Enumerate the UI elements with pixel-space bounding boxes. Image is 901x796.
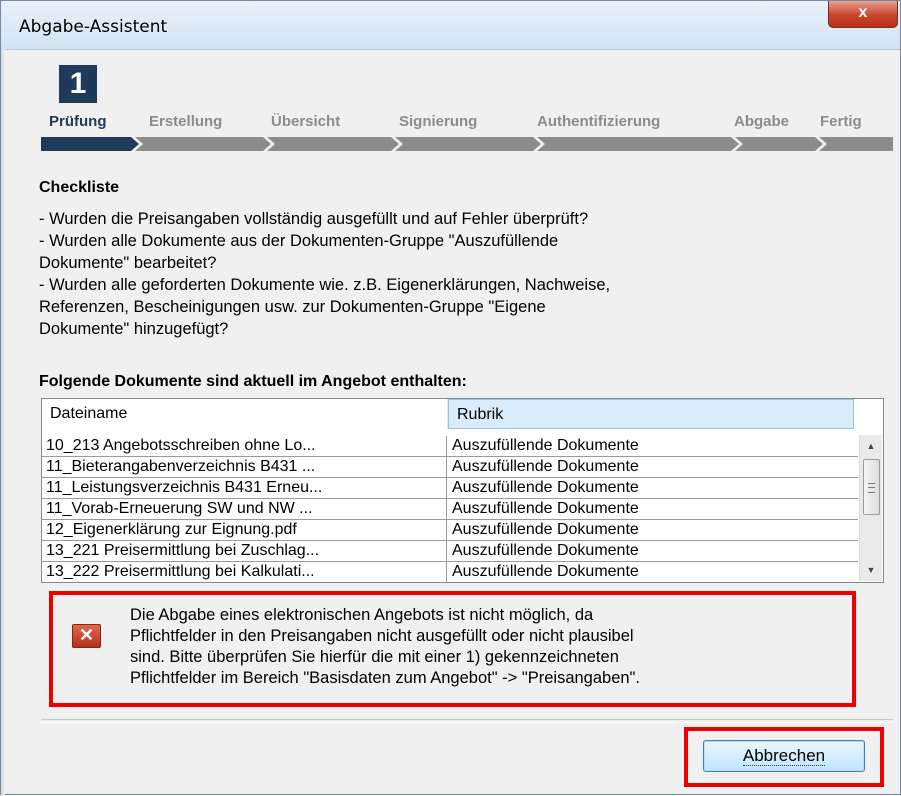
progress-segment-abgabe <box>735 137 823 151</box>
scroll-up-arrow-icon[interactable]: ▲ <box>860 437 882 455</box>
error-line: Die Abgabe eines elektronischen Angebots… <box>130 606 594 624</box>
step-erstellung: Erstellung <box>149 113 223 130</box>
progress-segment-authentifizierung <box>537 137 739 151</box>
scroll-thumb[interactable] <box>863 459 880 515</box>
checklist-line: - Wurden alle geforderten Dokumente wie.… <box>39 276 611 294</box>
progress-segment-erstellung <box>135 137 271 151</box>
checklist-text: - Wurden die Preisangaben vollständig au… <box>39 208 869 340</box>
step-abgabe: Abgabe <box>734 113 790 130</box>
footer-divider <box>41 719 893 723</box>
checklist-line: Referenzen, Bescheinigungen usw. zur Dok… <box>39 298 546 316</box>
step-signierung: Signierung <box>399 113 478 130</box>
cell-rubrik: Auszufüllende Dokumente <box>452 521 639 538</box>
error-line: Pflichtfelder in den Preisangaben nicht … <box>130 627 634 645</box>
checklist-line: - Wurden alle Dokumente aus der Dokument… <box>39 232 559 250</box>
table-row[interactable]: 13_222 Preisermittlung bei Kalkulati... … <box>42 562 858 582</box>
cell-rubrik: Auszufüllende Dokumente <box>452 437 639 454</box>
close-icon: x <box>858 4 868 21</box>
scroll-down-arrow-icon[interactable]: ▼ <box>860 561 882 579</box>
current-step-number: 1 <box>59 65 97 103</box>
step-authentifizierung: Authentifizierung <box>537 113 661 130</box>
table-row[interactable]: 10_213 Angebotsschreiben ohne Lo... Ausz… <box>42 436 858 456</box>
cell-dateiname: 12_Eigenerklärung zur Eignung.pdf <box>44 520 447 540</box>
cell-dateiname: 13_222 Preisermittlung bei Kalkulati... <box>44 562 447 582</box>
error-line: Pflichtfelder im Bereich "Basisdaten zum… <box>130 669 640 687</box>
cell-dateiname: 10_213 Angebotsschreiben ohne Lo... <box>44 436 447 456</box>
window-edge <box>1 49 5 796</box>
cell-dateiname: 11_Leistungsverzeichnis B431 Erneu... <box>44 478 447 498</box>
close-button[interactable]: x <box>828 1 898 28</box>
table-row[interactable]: 11_Vorab-Erneuerung SW und NW ... Auszuf… <box>42 499 858 519</box>
step-uebersicht: Übersicht <box>271 113 341 130</box>
cell-rubrik: Auszufüllende Dokumente <box>452 563 639 580</box>
wizard-progress-bar <box>41 137 893 151</box>
cancel-button-label: Abbrechen <box>742 746 826 766</box>
table-row[interactable]: 11_Bieterangabenverzeichnis B431 ... Aus… <box>42 457 858 477</box>
error-message-box: ✕ Die Abgabe eines elektronischen Angebo… <box>49 591 856 707</box>
cell-rubrik: Auszufüllende Dokumente <box>452 479 639 496</box>
column-header-rubrik[interactable]: Rubrik <box>448 399 854 429</box>
table-row[interactable]: 12_Eigenerklärung zur Eignung.pdf Auszuf… <box>42 520 858 540</box>
checklist-line: Dokumente" bearbeitet? <box>39 254 217 272</box>
step-pruefung: Prüfung <box>49 113 107 130</box>
checklist-line: Dokumente" hinzugefügt? <box>39 320 229 338</box>
title-bar: Abgabe-Assistent x <box>1 1 900 50</box>
cell-rubrik: Auszufüllende Dokumente <box>452 542 639 559</box>
abgabe-assistent-dialog: Abgabe-Assistent x 1 Prüfung Erstellung … <box>0 0 901 796</box>
table-row[interactable]: 11_Leistungsverzeichnis B431 Erneu... Au… <box>42 478 858 498</box>
column-header-dateiname[interactable]: Dateiname <box>42 399 448 429</box>
progress-segment-fertig <box>819 137 893 151</box>
progress-segment-uebersicht <box>267 137 399 151</box>
vertical-scrollbar[interactable]: ▲ ▼ <box>859 435 882 581</box>
cancel-button[interactable]: Abbrechen <box>703 740 865 772</box>
documents-title: Folgende Dokumente sind aktuell im Angeb… <box>39 373 467 390</box>
cell-rubrik: Auszufüllende Dokumente <box>452 500 639 517</box>
window-title: Abgabe-Assistent <box>19 17 168 37</box>
checklist-title: Checkliste <box>39 179 120 196</box>
error-icon: ✕ <box>72 624 101 648</box>
cell-dateiname: 11_Vorab-Erneuerung SW und NW ... <box>44 499 447 519</box>
documents-table[interactable]: Dateiname Rubrik 10_213 Angebotsschreibe… <box>41 398 884 583</box>
error-line: sind. Bitte überprüfen Sie hierfür die m… <box>130 648 619 666</box>
progress-segment-signierung <box>395 137 541 151</box>
progress-segment-active <box>41 137 139 151</box>
cell-rubrik: Auszufüllende Dokumente <box>452 458 639 475</box>
error-message-text: Die Abgabe eines elektronischen Angebots… <box>130 605 850 689</box>
grip-icon <box>868 483 875 493</box>
cell-dateiname: 13_221 Preisermittlung bei Zuschlag... <box>44 541 447 561</box>
cell-dateiname: 11_Bieterangabenverzeichnis B431 ... <box>44 457 447 477</box>
table-row[interactable]: 13_221 Preisermittlung bei Zuschlag... A… <box>42 541 858 561</box>
step-fertig: Fertig <box>820 113 862 130</box>
checklist-line: - Wurden die Preisangaben vollständig au… <box>39 210 589 228</box>
